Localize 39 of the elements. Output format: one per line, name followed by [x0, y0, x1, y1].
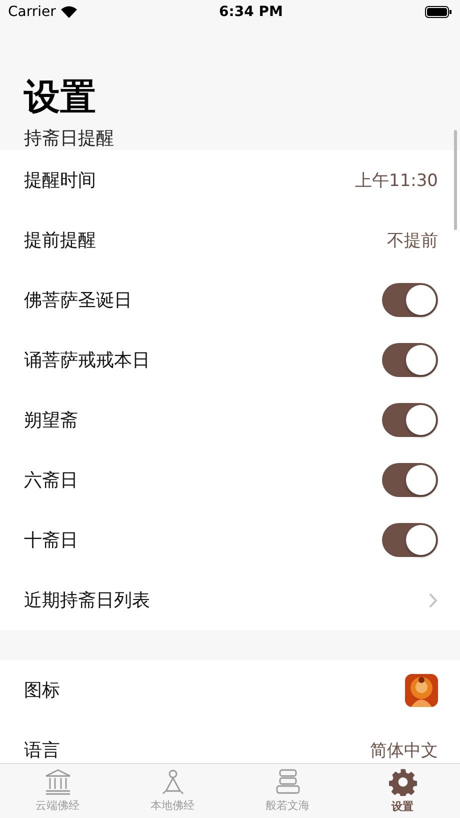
books-icon [274, 769, 302, 795]
settings-icon [388, 768, 416, 796]
setting-label: 提醒时间 [24, 169, 96, 192]
settings-row[interactable]: 提醒时间 上午11:30 [0, 150, 460, 210]
setting-label: 语言 [24, 739, 60, 762]
settings-row[interactable]: 十斋日 [0, 510, 460, 570]
page-title: 设置 [24, 76, 97, 120]
settings-row[interactable]: 六斋日 [0, 450, 460, 510]
setting-label: 十斋日 [24, 529, 78, 552]
setting-label: 六斋日 [24, 469, 78, 492]
chevron-right-icon [429, 592, 438, 608]
setting-label: 近期持斋日列表 [24, 589, 150, 612]
carrier-name: Carrier [8, 4, 56, 20]
settings-row[interactable]: 诵菩萨戒戒本日 [0, 330, 460, 390]
settings-row[interactable]: 佛菩萨圣诞日 [0, 270, 460, 330]
setting-label: 朔望斋 [24, 409, 78, 432]
status-time: 6:34 PM [219, 4, 283, 20]
settings-row[interactable]: 图标 [0, 660, 460, 720]
toggle-switch[interactable] [382, 343, 438, 377]
toggle-switch[interactable] [382, 283, 438, 317]
toggle-switch[interactable] [382, 463, 438, 497]
toggle-switch[interactable] [382, 523, 438, 557]
setting-value: 上午11:30 [355, 170, 438, 192]
setting-label: 图标 [24, 679, 60, 702]
wifi-icon [60, 6, 77, 18]
settings-row[interactable]: 朔望斋 [0, 390, 460, 450]
section-header: 持斋日提醒 [24, 127, 114, 150]
settings-row[interactable]: 近期持斋日列表 [0, 570, 460, 630]
settings-row[interactable]: 语言 简体中文 [0, 720, 460, 763]
setting-value: 简体中文 [370, 740, 438, 762]
setting-label: 诵菩萨戒戒本日 [24, 349, 150, 372]
setting-value: 不提前 [387, 230, 438, 252]
tab-item[interactable]: 设置 [345, 764, 460, 818]
setting-label: 佛菩萨圣诞日 [24, 289, 132, 312]
setting-label: 提前提醒 [24, 229, 96, 252]
settings-row[interactable]: 提前提醒 不提前 [0, 210, 460, 270]
bank-icon [44, 769, 72, 795]
toggle-switch[interactable] [382, 403, 438, 437]
battery-icon [425, 6, 452, 18]
